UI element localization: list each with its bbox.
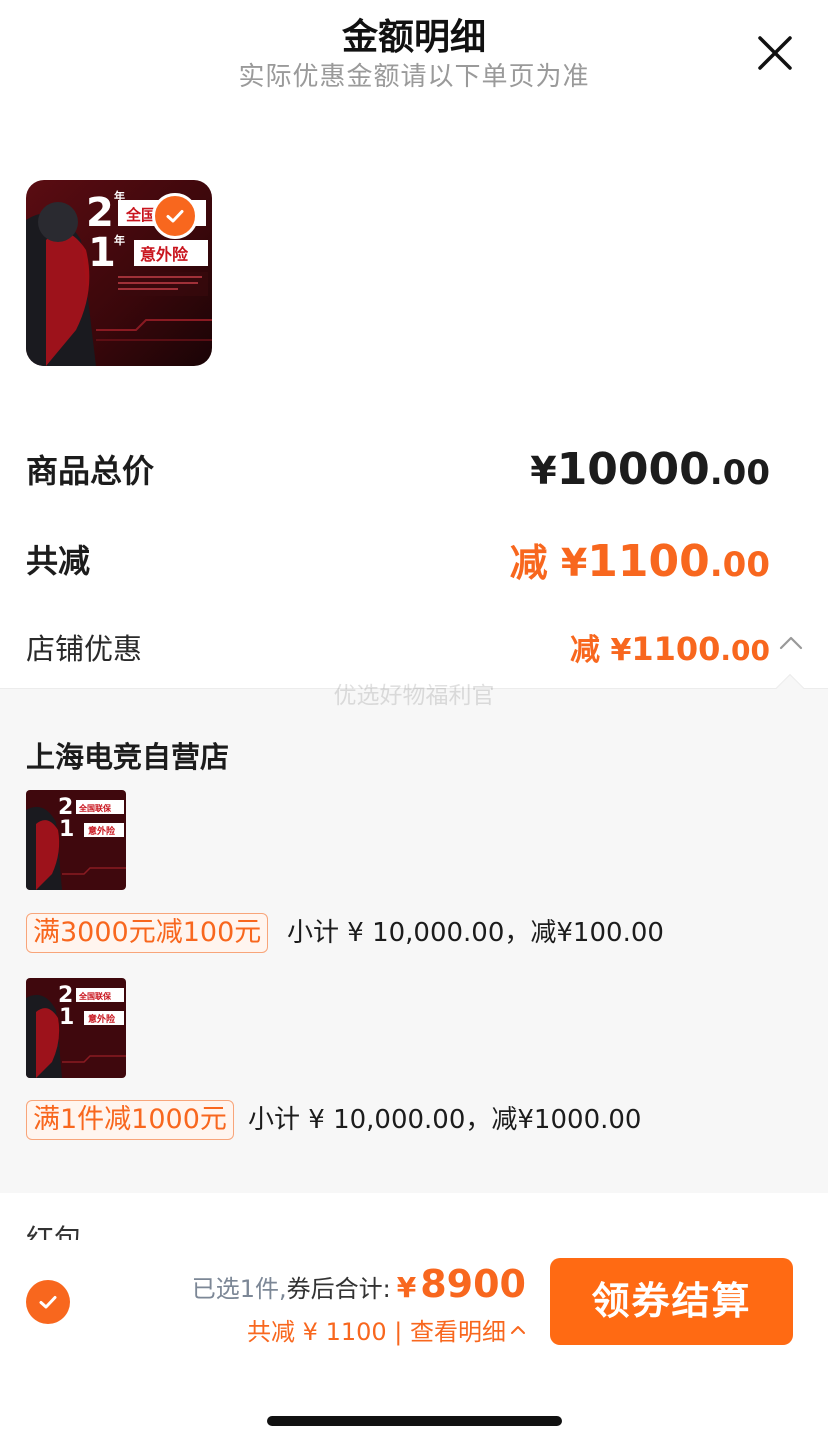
item-artwork: 2 全国联保 1 意外险 bbox=[26, 978, 126, 1078]
item-artwork-warranty: 全国联保 bbox=[78, 991, 112, 1001]
total-price-label: 商品总价 bbox=[26, 452, 155, 490]
product-select-checkbox[interactable] bbox=[152, 193, 198, 239]
store-discount-label: 店铺优惠 bbox=[26, 632, 143, 666]
total-reduce-prefix: 减 bbox=[509, 541, 561, 585]
check-icon bbox=[39, 1296, 57, 1309]
selection-summary: 已选1件, 券后合计: ¥8900 bbox=[192, 1262, 526, 1306]
select-all-checkbox[interactable] bbox=[26, 1280, 70, 1324]
item-artwork-year-1: 1 bbox=[59, 817, 74, 842]
check-icon bbox=[166, 210, 184, 223]
artwork-year-label-2: 年 bbox=[114, 233, 125, 247]
chevron-up-icon[interactable] bbox=[778, 630, 804, 656]
total-price-decimal: .00 bbox=[709, 453, 770, 493]
page-title: 金额明细 bbox=[341, 17, 486, 58]
item-artwork-insurance: 意外险 bbox=[88, 825, 116, 837]
item-artwork: 2 全国联保 1 意外险 bbox=[26, 790, 126, 890]
view-details-link[interactable]: 共减 ¥ 1100 | 查看明细 bbox=[247, 1312, 526, 1347]
item-artwork-warranty: 全国联保 bbox=[78, 803, 112, 813]
item-artwork-insurance: 意外险 bbox=[88, 1013, 116, 1025]
total-reduce-currency: ¥ bbox=[560, 541, 588, 585]
item-subtotal: 小计 ¥ 10,000.00，减¥100.00 bbox=[287, 918, 664, 948]
after-coupon-label: 券后合计: bbox=[286, 1275, 391, 1303]
store-discount-prefix: 减 bbox=[570, 633, 611, 668]
claim-coupon-checkout-button[interactable]: 领券结算 bbox=[550, 1258, 793, 1345]
item-subtotal: 小计 ¥ 10,000.00，减¥1000.00 bbox=[248, 1105, 642, 1135]
total-price-integer: 10000 bbox=[556, 444, 710, 495]
promo-tag: 满1件减1000元 bbox=[26, 1100, 234, 1140]
chevron-up-icon bbox=[511, 1325, 525, 1334]
total-reduce-value: 减 ¥1100.00 bbox=[510, 532, 770, 587]
total-reduce-label: 共减 bbox=[26, 542, 91, 580]
total-price-value: ¥10000.00 bbox=[530, 444, 770, 495]
store-discount-currency: ¥ bbox=[610, 633, 632, 668]
after-coupon-amount: 8900 bbox=[420, 1262, 526, 1306]
artwork-insurance: 意外险 bbox=[140, 245, 189, 264]
after-coupon-currency: ¥ bbox=[396, 1271, 417, 1304]
watermark: 优选好物福利官 bbox=[333, 683, 495, 709]
total-price-currency: ¥ bbox=[530, 449, 557, 493]
store-discount-integer: 1100 bbox=[631, 630, 721, 668]
store-discount-decimal: .00 bbox=[720, 634, 770, 667]
store-discount-value[interactable]: 减 ¥1100.00 bbox=[570, 625, 770, 669]
item-thumbnail[interactable]: 2 全国联保 1 意外险 bbox=[26, 978, 126, 1078]
red-packet-label: 红包 bbox=[26, 1223, 83, 1240]
artwork-year-label-1: 年 bbox=[114, 189, 125, 203]
shop-name: 上海电竞自营店 bbox=[26, 740, 230, 774]
item-artwork-year-1: 1 bbox=[59, 1005, 74, 1030]
artwork-year-1: 1 bbox=[88, 230, 116, 276]
promo-tag: 满3000元减100元 bbox=[26, 913, 269, 953]
close-icon bbox=[758, 36, 792, 70]
total-reduce-decimal: .00 bbox=[709, 545, 770, 585]
page-subtitle: 实际优惠金额请以下单页为准 bbox=[238, 62, 590, 92]
close-button[interactable] bbox=[752, 30, 798, 76]
selected-count: 已选1件, bbox=[191, 1275, 287, 1303]
home-indicator bbox=[267, 1416, 562, 1426]
total-reduce-integer: 1100 bbox=[587, 536, 710, 587]
after-coupon-total: ¥8900 bbox=[397, 1262, 526, 1306]
view-details-text: 共减 ¥ 1100 | 查看明细 bbox=[247, 1318, 506, 1346]
item-thumbnail[interactable]: 2 全国联保 1 意外险 bbox=[26, 790, 126, 890]
